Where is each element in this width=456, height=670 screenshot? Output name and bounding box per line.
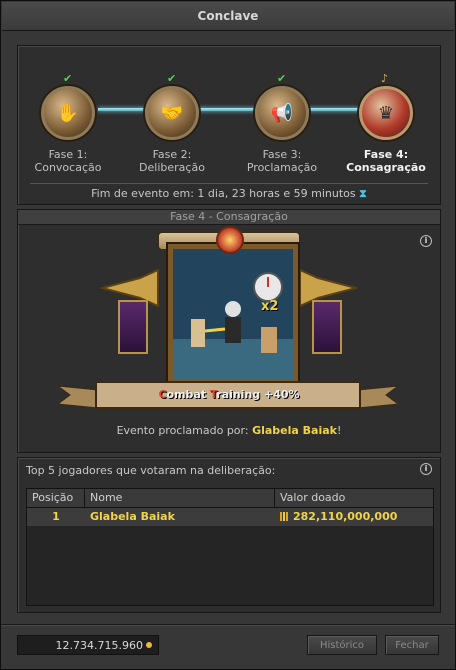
column-header-position[interactable]: Posição [27,489,85,507]
column-header-value[interactable]: Valor doado [275,489,433,507]
table-row[interactable]: 1 Glabela Baiak 282,110,000,000 [27,508,433,526]
guild-flag-icon [118,300,148,354]
conclave-window: Conclave ✔ ✋ Fase 1: Convocação ✔ 🤝 Fase… [0,0,456,670]
window-title: Conclave [2,2,454,31]
top5-caption: Top 5 jogadores que votaram na deliberaç… [26,464,276,477]
donors-table: Posição Nome Valor doado 1 Glabela Baiak… [26,488,434,606]
combat-scene-icon [173,249,293,379]
check-icon: ✔ [167,72,177,85]
multiplier-badge: x2 [261,299,279,314]
proclaimed-name: Glabela Baiak [252,424,337,437]
check-icon: ✔ [277,72,287,85]
phases-panel: ✔ ✋ Fase 1: Convocação ✔ 🤝 Fase 2: Delib… [17,45,441,205]
phase-2-medal-icon: 🤝 [145,86,199,140]
event-deadline: Fim de evento em: 1 dia, 23 horas e 59 m… [91,187,367,200]
footer-divider [1,624,455,625]
hourglass-icon: ⧗ [359,187,367,200]
top5-panel: Top 5 jogadores que votaram na deliberaç… [17,457,441,613]
phase-3: ✔ 📢 Fase 3: Proclamação [232,72,332,174]
balance-display: 12.734.715.960 [17,635,159,655]
gold-coins-icon [280,512,288,521]
row-value: 282,110,000,000 [275,508,433,526]
stage-panel: Fase 4 - Consagração i x2 Combat Trainin… [17,209,441,453]
proclaimed-line: Evento proclamado por: Glabela Baiak! [116,424,342,437]
stage-title: Fase 4 - Consagração [18,210,440,225]
column-header-name[interactable]: Nome [85,489,275,507]
lion-crest-icon [216,226,244,254]
phase-2: ✔ 🤝 Fase 2: Deliberação [122,72,222,174]
row-name: Glabela Baiak [90,510,175,523]
info-icon[interactable]: i [420,235,432,247]
phase-1: ✔ ✋ Fase 1: Convocação [18,72,118,174]
phase-4-medal-icon: ♛ [359,86,413,140]
phase-4: ♪ ♛ Fase 4: Consagração [336,72,436,174]
history-button[interactable]: Histórico [307,635,377,655]
combat-training-artwork: x2 [168,244,298,384]
phase-3-medal-icon: 📢 [255,86,309,140]
proclaimed-label: Evento proclamado por: [116,424,249,437]
check-icon: ✔ [63,72,73,85]
guild-flag-icon [312,300,342,354]
phase-1-label: Fase 1: Convocação [34,148,102,174]
phase-2-label: Fase 2: Deliberação [139,148,205,174]
phase-3-label: Fase 3: Proclamação [246,148,318,174]
phase-1-medal-icon: ✋ [41,86,95,140]
info-icon[interactable]: i [420,463,432,475]
coin-icon [146,642,152,648]
bonus-text: Combat Training +40% [158,388,300,401]
row-position: 1 [52,510,60,523]
phase-4-label: Fase 4: Consagração [346,148,426,174]
close-button[interactable]: Fechar [385,635,439,655]
table-header: Posição Nome Valor doado [27,489,433,508]
divider [30,183,428,184]
lock-icon: ♪ [381,72,389,85]
